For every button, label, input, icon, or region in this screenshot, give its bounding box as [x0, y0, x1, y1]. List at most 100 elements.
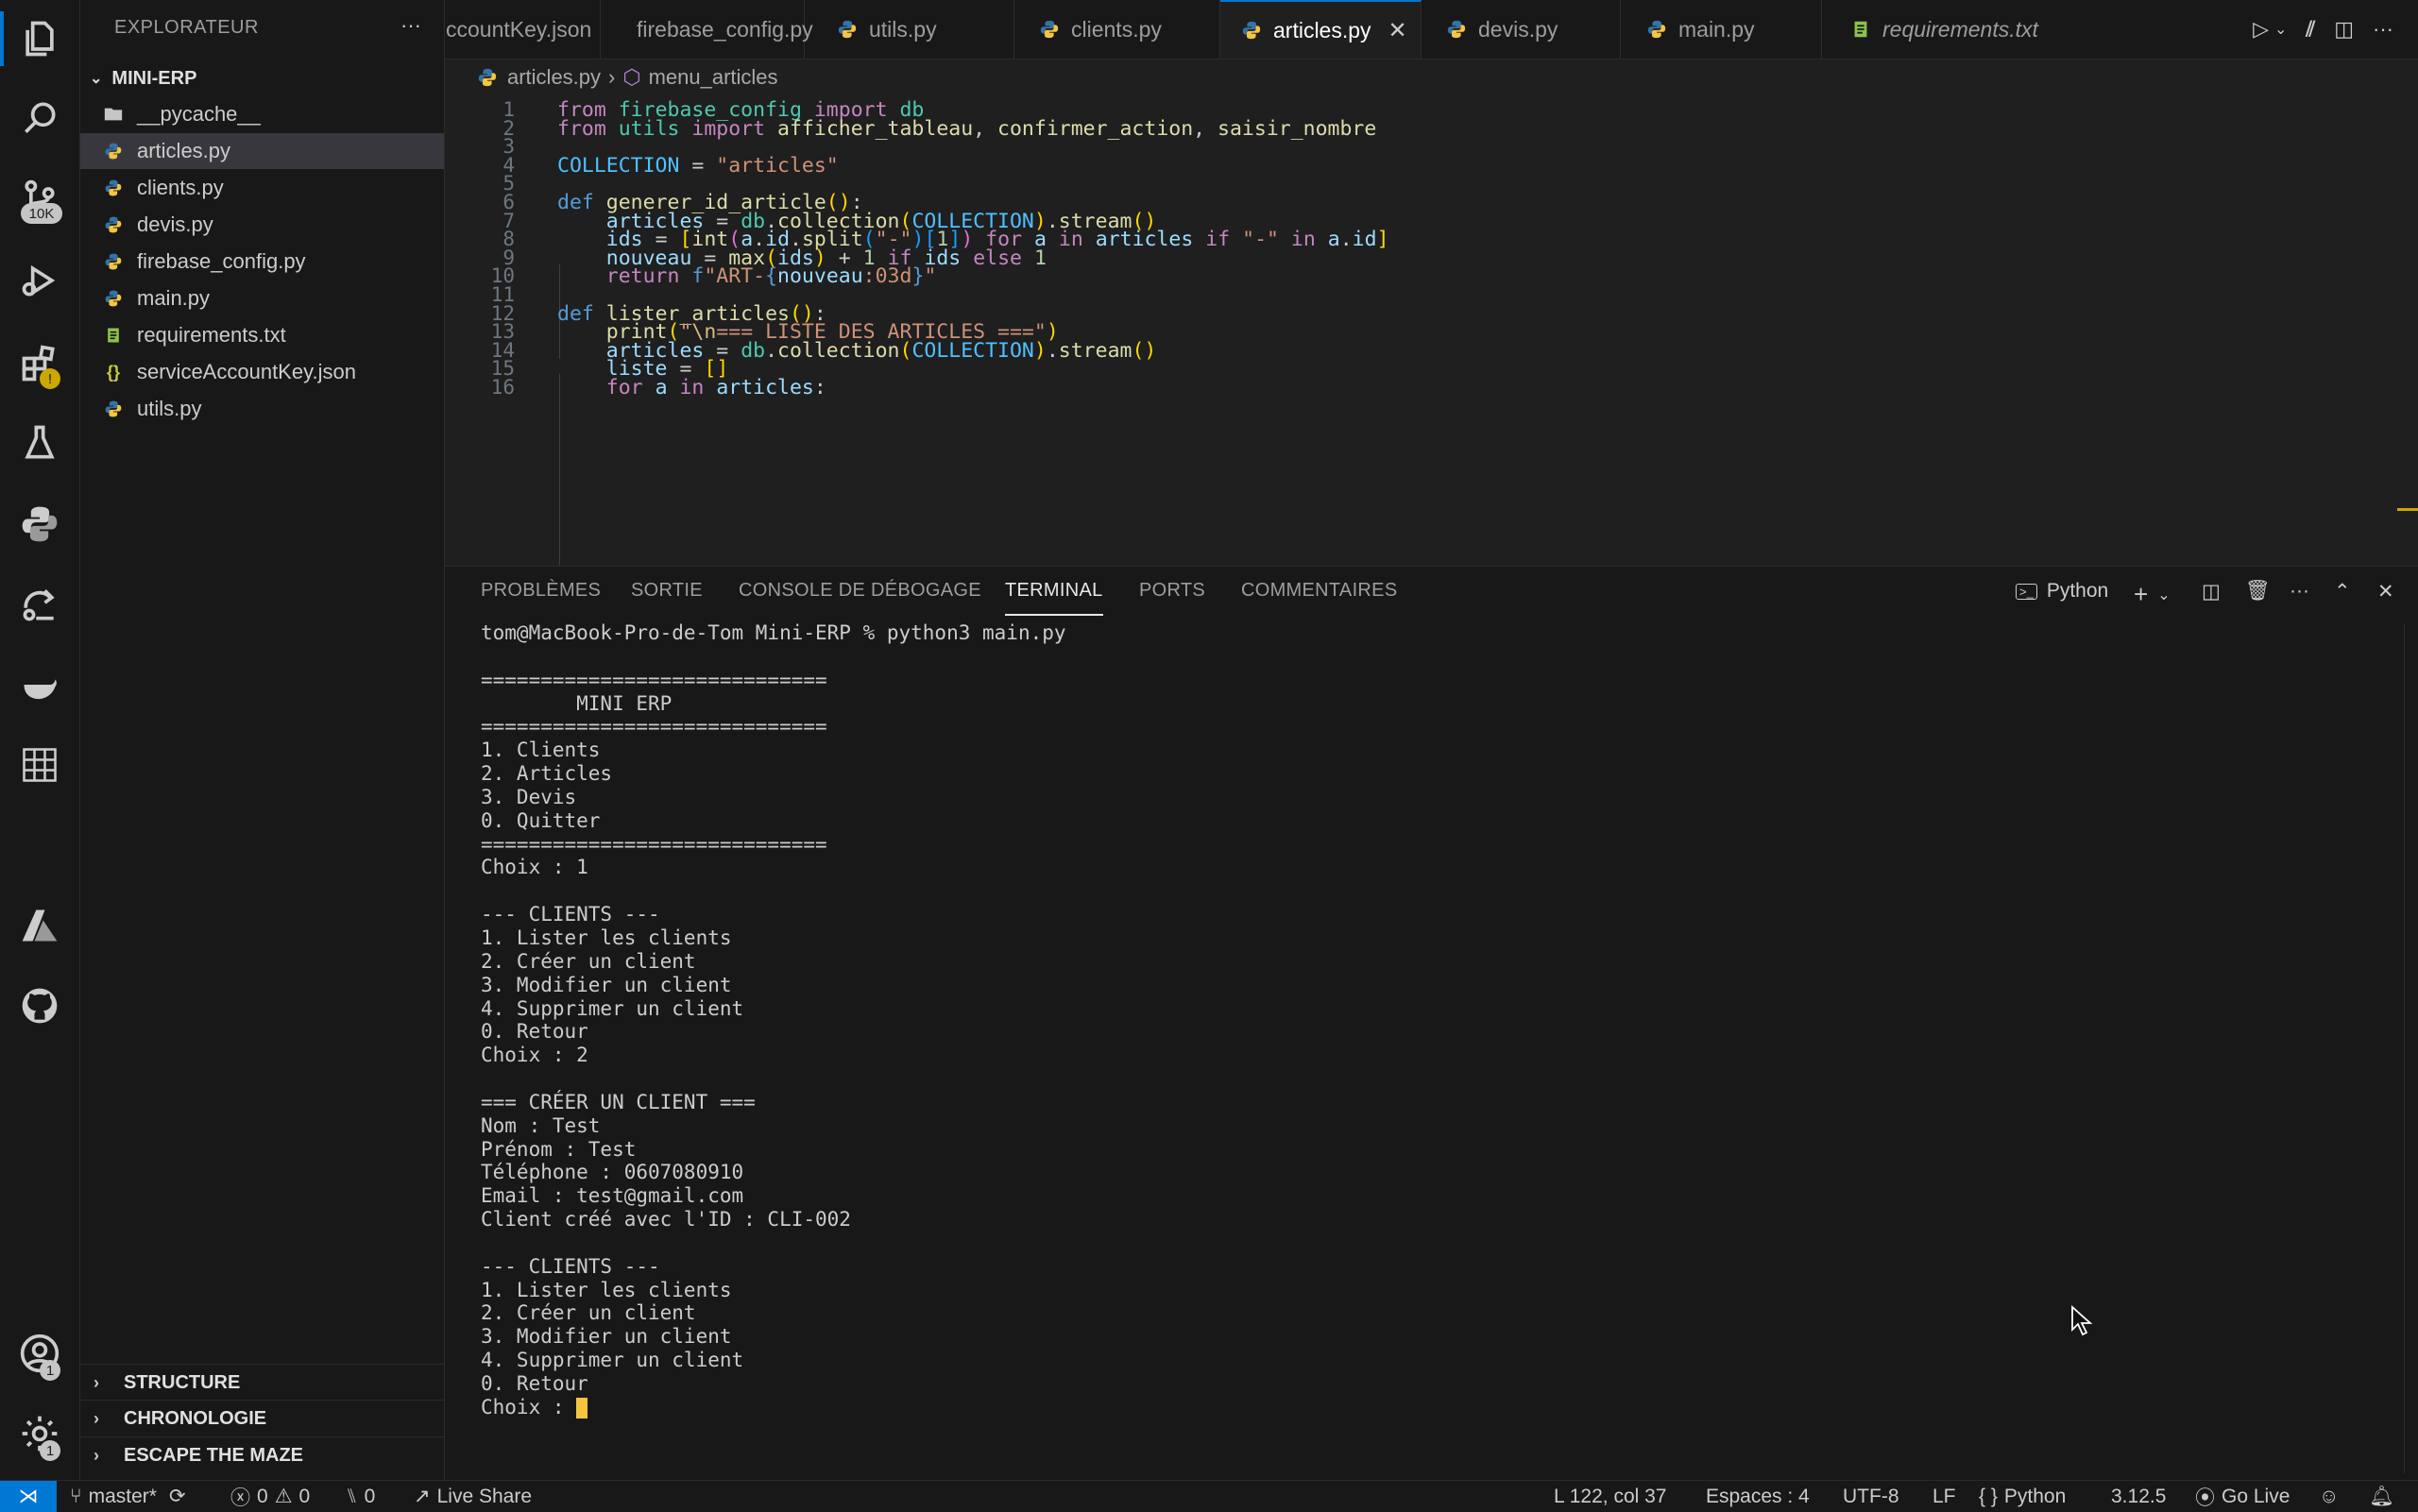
terminal-shell-selector[interactable]: >_ Python: [2016, 580, 2108, 603]
tab-clients[interactable]: clients.py: [1014, 0, 1220, 59]
tab-terminal[interactable]: TERMINAL: [1005, 580, 1103, 616]
remote-explorer-icon[interactable]: [0, 571, 79, 637]
azure-icon[interactable]: [0, 892, 79, 959]
tab-label: main.py: [1678, 16, 1755, 42]
notifications-bell-icon[interactable]: 🔔︎: [2369, 1481, 2394, 1512]
file-item[interactable]: clients.py: [80, 170, 444, 206]
tab-ports[interactable]: PORTS: [1139, 580, 1205, 614]
indentation[interactable]: Espaces : 4: [1706, 1481, 1810, 1512]
file-item[interactable]: devis.py: [80, 207, 444, 243]
manage-gear-icon[interactable]: 1: [0, 1401, 79, 1467]
section-escape-the-maze[interactable]: › ESCAPE THE MAZE: [80, 1436, 444, 1473]
explorer-title: EXPLORATEUR: [114, 17, 259, 38]
problems-indicator[interactable]: ⓧ 0 ⚠ 0: [230, 1481, 310, 1512]
breadcrumb-symbol[interactable]: menu_articles: [649, 65, 778, 90]
end-of-line[interactable]: LF: [1933, 1481, 1956, 1512]
accounts-badge: 1: [40, 1360, 60, 1381]
chevron-right-icon: ›: [608, 65, 616, 89]
go-live-button[interactable]: ⦿ Go Live: [2195, 1481, 2290, 1512]
encoding[interactable]: UTF-8: [1843, 1481, 1899, 1512]
file-item[interactable]: main.py: [80, 280, 444, 316]
branch-indicator[interactable]: ⑂ master* ⟳: [70, 1481, 186, 1512]
chevron-down-icon[interactable]: ⌄: [2274, 20, 2287, 39]
python-file-icon: [103, 214, 124, 235]
mouse-cursor-icon: [2071, 1305, 2093, 1336]
tab-output[interactable]: SORTIE: [631, 580, 703, 614]
maximize-panel-icon[interactable]: ⌃: [2334, 580, 2351, 603]
python-version[interactable]: 3.12.5: [2111, 1481, 2166, 1512]
symbol-method-icon: ⬡: [622, 65, 641, 89]
file-item[interactable]: requirements.txt: [80, 317, 444, 353]
indent-guide: [559, 374, 560, 565]
tab-utils[interactable]: utils.py: [805, 0, 1014, 59]
tab-main[interactable]: main.py: [1621, 0, 1822, 59]
file-item[interactable]: {} serviceAccountKey.json: [80, 354, 444, 390]
tab-firebase-config[interactable]: firebase_config.py: [601, 0, 813, 59]
extensions-icon[interactable]: !: [0, 331, 79, 397]
file-item[interactable]: __pycache__: [80, 96, 444, 132]
workspace-folder[interactable]: ⌄ MINI-ERP: [80, 62, 444, 94]
more-actions-icon[interactable]: ···: [400, 13, 421, 38]
terminal-scrollbar[interactable]: [2404, 623, 2418, 1473]
sudoku-icon[interactable]: [0, 732, 79, 798]
chevron-right-icon: ›: [94, 1445, 99, 1465]
tab-label: firebase_config.py: [637, 16, 813, 42]
remote-indicator[interactable]: ⋊: [0, 1481, 57, 1512]
python-file-icon: [103, 399, 124, 419]
run-debug-icon[interactable]: [0, 247, 79, 314]
docker-icon[interactable]: [0, 652, 79, 718]
tab-comments[interactable]: COMMENTAIRES: [1241, 580, 1397, 614]
source-control-icon[interactable]: 10K: [0, 165, 79, 231]
python-file-icon: [103, 251, 124, 272]
more-icon[interactable]: ···: [2373, 17, 2393, 42]
new-terminal-button[interactable]: + ⌄: [2134, 580, 2171, 609]
ports-indicator[interactable]: ⑊ 0: [346, 1481, 375, 1512]
file-label: devis.py: [137, 212, 213, 236]
error-icon: ⓧ: [230, 1487, 250, 1509]
search-icon[interactable]: [0, 85, 79, 151]
terminal-line: Choix :: [481, 1395, 577, 1419]
branch-icon: ⑂: [70, 1485, 82, 1507]
live-share-button[interactable]: ↗ Live Share: [414, 1481, 532, 1512]
editor-tabs: ccountKey.json firebase_config.py utils.…: [445, 0, 2418, 59]
terminal-output[interactable]: tom@MacBook-Pro-de-Tom Mini-ERP % python…: [481, 621, 1066, 1419]
more-icon[interactable]: ···: [2290, 580, 2309, 603]
explorer-icon[interactable]: [0, 6, 79, 72]
split-terminal-icon[interactable]: ◫: [2202, 580, 2221, 603]
tab-label: articles.py: [1273, 17, 1371, 42]
section-structure[interactable]: › STRUCTURE: [80, 1364, 444, 1401]
tab-serviceaccountkey[interactable]: ccountKey.json: [445, 0, 601, 59]
accounts-icon[interactable]: 1: [0, 1320, 79, 1386]
shell-label: Python: [2046, 580, 2109, 602]
live-share-code-icon[interactable]: ⫽: [2306, 17, 2315, 42]
file-item[interactable]: firebase_config.py: [80, 244, 444, 280]
terminal-line: =============================: [481, 668, 827, 691]
tab-problems[interactable]: PROBLÈMES: [481, 580, 601, 614]
code-editor[interactable]: 1 from firebase_config import db 2 from uti…: [445, 94, 2418, 565]
tab-debug-console[interactable]: CONSOLE DE DÉBOGAGE: [739, 580, 981, 614]
copilot-icon[interactable]: ☺: [2319, 1481, 2339, 1512]
file-item[interactable]: articles.py: [80, 133, 444, 169]
file-label: serviceAccountKey.json: [137, 360, 356, 383]
section-timeline[interactable]: › CHRONOLOGIE: [80, 1400, 444, 1436]
json-file-icon: {}: [106, 362, 120, 382]
cursor-position[interactable]: L 122, col 37: [1554, 1481, 1666, 1512]
code-line: from utils import afficher_tableau, conf…: [557, 116, 1377, 141]
run-icon[interactable]: ▷: [2253, 17, 2269, 42]
close-icon[interactable]: ✕: [1388, 17, 1407, 44]
tab-requirements[interactable]: requirements.txt: [1822, 0, 2068, 59]
chevron-down-icon: ⌄: [2157, 586, 2171, 603]
language-mode[interactable]: { } Python: [1979, 1481, 2066, 1512]
tab-articles[interactable]: articles.py ✕: [1220, 0, 1422, 59]
testing-icon[interactable]: [0, 410, 79, 476]
split-editor-icon[interactable]: ◫: [2334, 17, 2354, 42]
terminal-line: Prénom : Test: [481, 1137, 637, 1161]
terminal-cursor: [576, 1397, 588, 1419]
close-panel-icon[interactable]: ✕: [2377, 580, 2394, 603]
breadcrumb-file[interactable]: articles.py: [507, 65, 601, 90]
python-icon[interactable]: [0, 491, 79, 557]
trash-icon[interactable]: 🗑: [2245, 580, 2271, 603]
github-icon[interactable]: [0, 973, 79, 1039]
file-item[interactable]: utils.py: [80, 391, 444, 427]
tab-devis[interactable]: devis.py: [1422, 0, 1621, 59]
